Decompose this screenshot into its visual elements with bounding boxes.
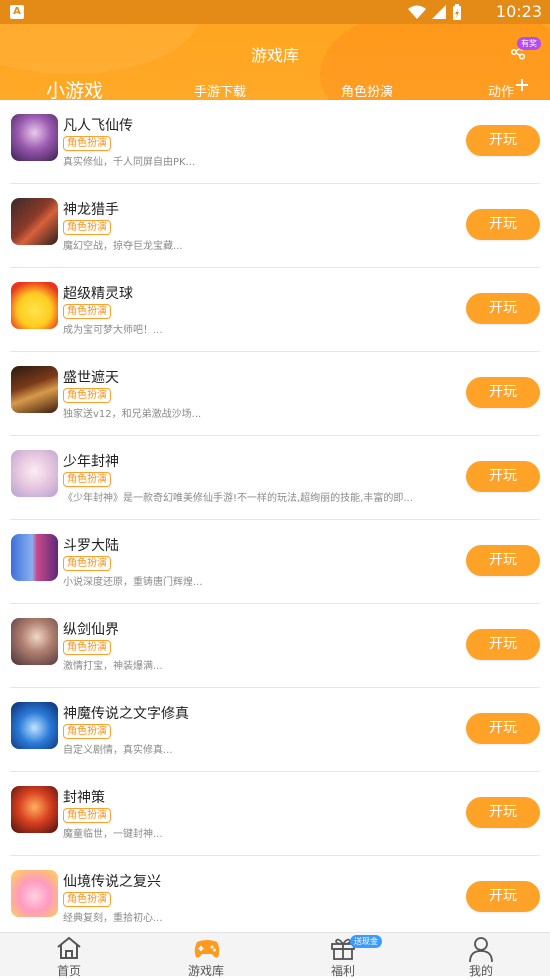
genre-tag: 角色扮演 (63, 220, 111, 235)
list-item[interactable]: 少年封神 角色扮演 《少年封神》是一款奇幻唯美修仙手游!不一样的玩法,超绚丽的技… (0, 436, 550, 520)
list-item[interactable]: 斗罗大陆 角色扮演 小说深度还原，重铸唐门辉煌... 开玩 (0, 520, 550, 604)
game-name: 斗罗大陆 (63, 538, 119, 554)
game-name: 仙境传说之复兴 (63, 874, 161, 890)
system-icons (408, 4, 462, 20)
game-name: 盛世遮天 (63, 370, 119, 386)
list-item[interactable]: 封神策 角色扮演 魔童临世，一键封神... 开玩 (0, 772, 550, 856)
game-description: 魔童临世，一键封神... (63, 829, 163, 840)
game-icon (11, 450, 58, 497)
list-item[interactable]: 纵剑仙界 角色扮演 激情打宝，神装爆满... 开玩 (0, 604, 550, 688)
header: 游戏库 有奖 小游戏 手游下载 角色扮演 动作 (0, 24, 550, 100)
nav-game-library[interactable]: 游戏库 (151, 933, 261, 978)
bottom-nav: 首页 游戏库 送现金 福利 我的 (0, 932, 550, 978)
nav-home[interactable]: 首页 (14, 933, 124, 978)
clock: 10:23 (495, 2, 542, 21)
game-description: 经典复刻，重拾初心... (63, 913, 163, 924)
genre-tag: 角色扮演 (63, 808, 111, 823)
play-button[interactable]: 开玩 (466, 125, 540, 156)
genre-tag: 角色扮演 (63, 304, 111, 319)
game-icon (11, 786, 58, 833)
play-button[interactable]: 开玩 (466, 881, 540, 912)
play-button[interactable]: 开玩 (466, 293, 540, 324)
game-description: 小说深度还原，重铸唐门辉煌... (63, 577, 203, 588)
status-bar: A 10:23 (0, 0, 550, 24)
user-icon (469, 937, 493, 962)
tab-action[interactable]: 动作 (488, 81, 514, 100)
nav-label: 游戏库 (187, 964, 224, 978)
play-button[interactable]: 开玩 (466, 209, 540, 240)
game-description: 真实修仙，千人同屏自由PK... (63, 157, 196, 168)
signal-icon (432, 5, 446, 19)
play-button[interactable]: 开玩 (466, 797, 540, 828)
add-tab-icon[interactable] (516, 79, 528, 91)
list-item[interactable]: 神魔传说之文字修真 角色扮演 自定义剧情，真实修真... 开玩 (0, 688, 550, 772)
game-name: 少年封神 (63, 454, 119, 470)
game-list: 凡人飞仙传 角色扮演 真实修仙，千人同屏自由PK... 开玩 神龙猎手 角色扮演… (0, 100, 550, 932)
tab-role-playing[interactable]: 角色扮演 (341, 81, 393, 100)
game-description: 独家送v12，和兄弟激战沙场... (63, 409, 202, 420)
game-icon (11, 114, 58, 161)
game-name: 神龙猎手 (63, 202, 119, 218)
list-item[interactable]: 盛世遮天 角色扮演 独家送v12，和兄弟激战沙场... 开玩 (0, 352, 550, 436)
genre-tag: 角色扮演 (63, 640, 111, 655)
game-icon (11, 618, 58, 665)
game-description: 激情打宝，神装爆满... (63, 661, 163, 672)
tab-mini-games[interactable]: 小游戏 (46, 76, 103, 100)
game-name: 封神策 (63, 790, 105, 806)
game-description: 魔幻空战，掠夺巨龙宝藏... (63, 241, 183, 252)
game-name: 凡人飞仙传 (63, 118, 133, 134)
genre-tag: 角色扮演 (63, 724, 111, 739)
play-button[interactable]: 开玩 (466, 377, 540, 408)
genre-tag: 角色扮演 (63, 136, 111, 151)
cash-badge: 送现金 (350, 935, 382, 948)
list-item[interactable]: 凡人飞仙传 角色扮演 真实修仙，千人同屏自由PK... 开玩 (0, 100, 550, 184)
game-description: 成为宝可梦大师吧！... (63, 325, 163, 336)
gamepad-icon (194, 940, 220, 958)
play-button[interactable]: 开玩 (466, 545, 540, 576)
category-tabs: 小游戏 手游下载 角色扮演 动作 (0, 76, 550, 100)
play-button[interactable]: 开玩 (466, 461, 540, 492)
list-item[interactable]: 神龙猎手 角色扮演 魔幻空战，掠夺巨龙宝藏... 开玩 (0, 184, 550, 268)
nav-label: 福利 (330, 964, 355, 978)
game-icon (11, 198, 58, 245)
game-icon (11, 534, 58, 581)
game-icon (11, 870, 58, 917)
game-name: 超级精灵球 (63, 286, 133, 302)
nav-welfare[interactable]: 送现金 福利 (288, 933, 398, 978)
play-button[interactable]: 开玩 (466, 713, 540, 744)
game-icon (11, 366, 58, 413)
list-item[interactable]: 超级精灵球 角色扮演 成为宝可梦大师吧！... 开玩 (0, 268, 550, 352)
game-description: 自定义剧情，真实修真... (63, 745, 173, 756)
home-icon (57, 936, 81, 959)
game-icon (11, 282, 58, 329)
nav-label: 首页 (56, 964, 81, 978)
wifi-icon (408, 5, 426, 19)
app-notification-icon: A (10, 5, 24, 19)
genre-tag: 角色扮演 (63, 892, 111, 907)
nav-mine[interactable]: 我的 (426, 933, 536, 978)
prize-badge: 有奖 (517, 37, 541, 50)
genre-tag: 角色扮演 (63, 556, 111, 571)
game-description: 《少年封神》是一款奇幻唯美修仙手游!不一样的玩法,超绚丽的技能,丰富的即... (63, 493, 413, 504)
tab-mobile-downloads[interactable]: 手游下载 (194, 81, 246, 100)
battery-icon (453, 4, 461, 20)
page-title: 游戏库 (250, 46, 299, 65)
list-item[interactable]: 仙境传说之复兴 角色扮演 经典复刻，重拾初心... 开玩 (0, 856, 550, 932)
game-name: 纵剑仙界 (63, 622, 119, 638)
genre-tag: 角色扮演 (63, 472, 111, 487)
game-name: 神魔传说之文字修真 (63, 706, 189, 722)
genre-tag: 角色扮演 (63, 388, 111, 403)
game-icon (11, 702, 58, 749)
play-button[interactable]: 开玩 (466, 629, 540, 660)
nav-label: 我的 (468, 964, 493, 978)
